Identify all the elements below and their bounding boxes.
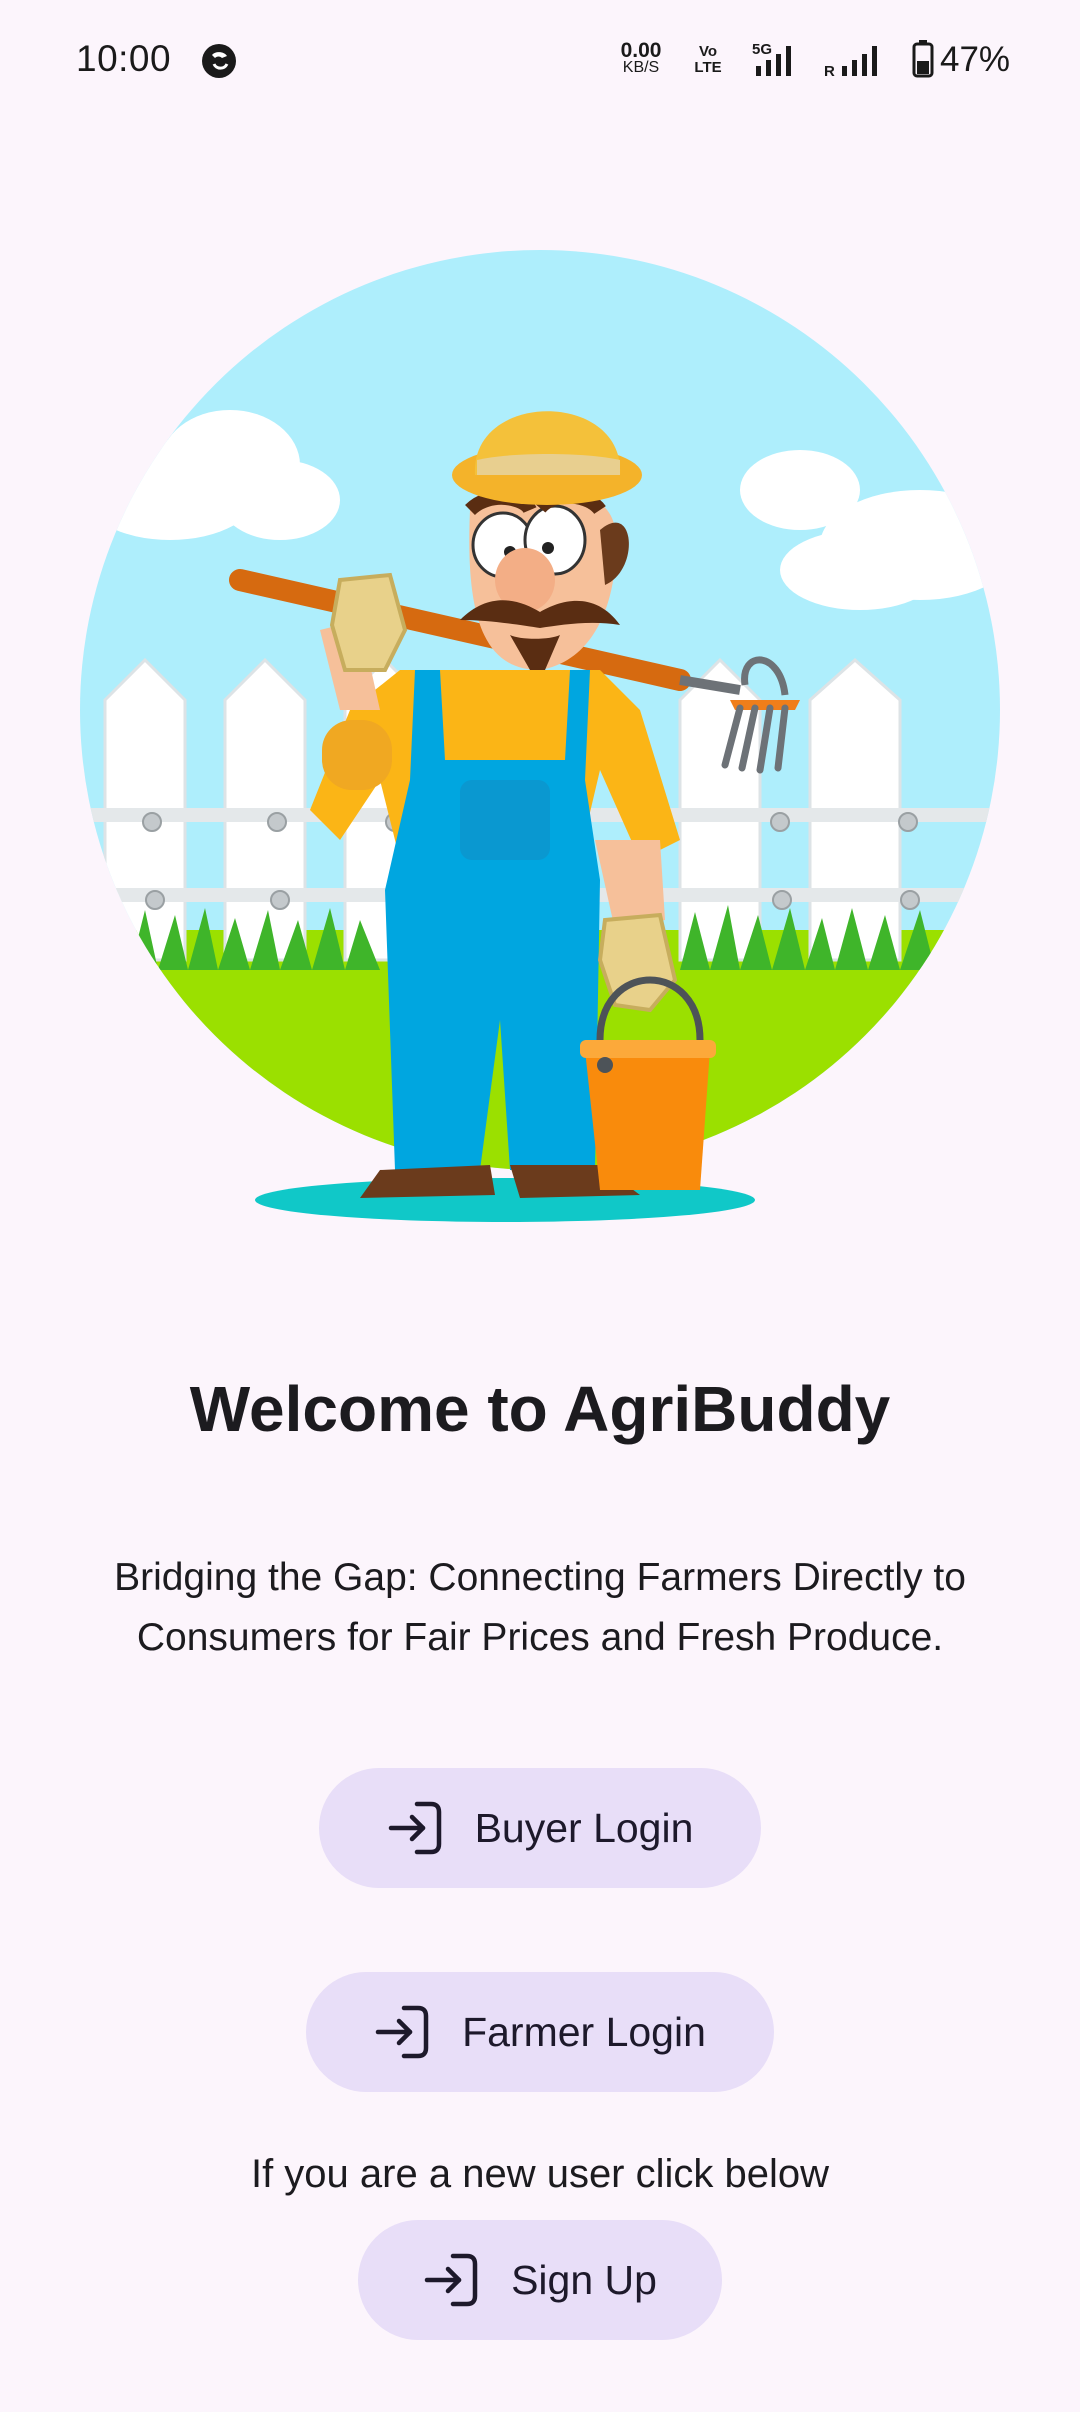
svg-text:5G: 5G	[752, 41, 772, 58]
farmer-illustration	[80, 250, 1000, 1222]
app-notification-icon	[202, 44, 236, 78]
battery-icon	[912, 40, 934, 78]
welcome-title: Welcome to AgriBuddy	[189, 1373, 891, 1445]
welcome-subtitle: Bridging the Gap: Connecting Farmers Dir…	[114, 1556, 966, 1659]
login-icon	[388, 1801, 441, 1855]
network-speed: 0.00 KB/S	[620, 39, 662, 76]
battery-fill	[917, 61, 929, 74]
signal-5g-icon: 5G	[752, 41, 791, 76]
buyer-login-button[interactable]: Buyer Login	[319, 1768, 761, 1888]
battery-percentage: 47%	[940, 40, 1011, 79]
signal-roaming-icon: R	[824, 46, 877, 80]
login-icon	[375, 2005, 429, 2059]
login-icon	[424, 2253, 478, 2307]
status-time: 10:00	[76, 38, 172, 79]
farmer-login-label: Farmer Login	[462, 2008, 706, 2055]
buyer-login-label: Buyer Login	[474, 1804, 694, 1851]
new-user-hint: If you are a new user click below	[250, 2152, 830, 2196]
welcome-screen: 10:00 0.00 KB/S Vo LTE 5G R 47% Welcome …	[0, 0, 1080, 2412]
farmer-login-button[interactable]: Farmer Login	[306, 1972, 774, 2092]
sign-up-label: Sign Up	[511, 2256, 657, 2303]
sign-up-button[interactable]: Sign Up	[358, 2220, 722, 2340]
volte-icon: Vo LTE	[694, 43, 722, 76]
status-bar: 10:00 0.00 KB/S Vo LTE 5G R 47%	[0, 0, 1080, 124]
svg-text:R: R	[824, 63, 835, 80]
